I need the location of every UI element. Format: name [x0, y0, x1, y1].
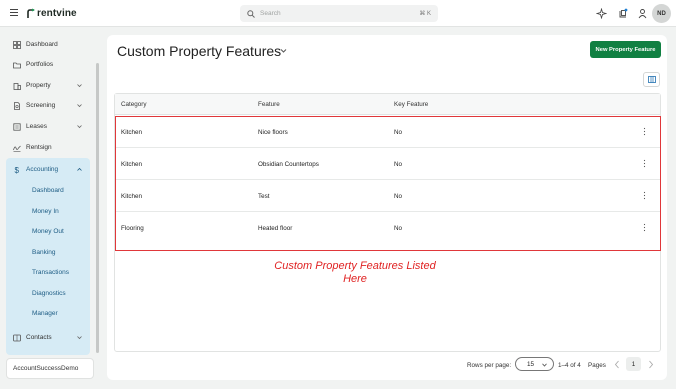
cell-category: Flooring: [121, 225, 144, 232]
cell-feature: Obsidian Countertops: [258, 161, 319, 168]
cell-key-feature: No: [394, 193, 403, 200]
sidebar: Dashboard Portfolios Property Screening …: [0, 28, 100, 389]
cell-key-feature: No: [394, 129, 403, 136]
folder-icon: [13, 62, 21, 68]
cell-key-feature: No: [394, 161, 403, 168]
search-bar[interactable]: ⌘ K: [240, 5, 438, 22]
rows-per-page-value: 15: [527, 360, 535, 368]
sidebar-item-label: Contacts: [26, 334, 52, 341]
cell-feature: Test: [258, 193, 270, 200]
signature-icon: [13, 145, 21, 152]
column-header-key-feature[interactable]: Key Feature: [394, 101, 428, 108]
search-input[interactable]: [260, 10, 410, 17]
sidebar-item-dashboard[interactable]: Dashboard: [6, 35, 90, 54]
more-options-icon[interactable]: [642, 159, 647, 168]
rentvine-logo-icon: [27, 8, 35, 18]
search-icon: [247, 9, 255, 18]
cell-key-feature: No: [394, 225, 403, 232]
sidebar-item-accounting[interactable]: $ Accounting: [6, 160, 90, 179]
new-property-feature-button[interactable]: New Property Feature: [590, 41, 661, 58]
chevron-down-icon: [77, 84, 82, 88]
column-header-category[interactable]: Category: [121, 101, 147, 108]
more-options-icon[interactable]: [642, 223, 647, 232]
account-selector[interactable]: AccountSuccessDemo: [6, 358, 94, 379]
accounting-item-diagnostics[interactable]: Diagnostics: [32, 290, 66, 297]
pagination-bar: Rows per page: 15 1–4 of 4 Pages 1: [107, 355, 667, 377]
column-toggle-button[interactable]: [643, 72, 660, 87]
accounting-item-money-in[interactable]: Money In: [32, 208, 59, 215]
chevron-down-icon: [77, 104, 82, 108]
cell-feature: Heated floor: [258, 225, 293, 232]
chevron-down-icon: [77, 125, 82, 129]
sidebar-scrollbar[interactable]: [96, 63, 99, 353]
table-row[interactable]: Kitchen Obsidian Countertops No: [115, 148, 660, 180]
accounting-item-dashboard[interactable]: Dashboard: [32, 187, 64, 194]
chevron-down-icon: [77, 336, 82, 340]
table-row[interactable]: Flooring Heated floor No: [115, 212, 660, 244]
sidebar-item-label: Accounting: [26, 166, 59, 173]
sidebar-item-label: Screening: [26, 102, 56, 109]
more-options-icon[interactable]: [642, 191, 647, 200]
table-row[interactable]: Kitchen Test No: [115, 180, 660, 212]
main-card: Custom Property Features New Property Fe…: [107, 35, 667, 380]
rows-per-page-select[interactable]: 15: [515, 357, 554, 371]
sidebar-item-label: Rentsign: [26, 144, 52, 151]
accounting-item-manager[interactable]: Manager: [32, 310, 58, 317]
chevron-down-icon[interactable]: [280, 48, 287, 54]
features-table: Category Feature Key Feature Kitchen Nic…: [114, 93, 661, 352]
page-title: Custom Property Features: [117, 43, 282, 59]
chevron-up-icon: [77, 167, 82, 171]
pagination-range: 1–4 of 4: [558, 362, 581, 369]
sidebar-item-property[interactable]: Property: [6, 76, 90, 95]
sidebar-item-label: Dashboard: [26, 41, 58, 48]
pages-label: Pages: [588, 362, 606, 369]
accounting-item-transactions[interactable]: Transactions: [32, 269, 69, 276]
contacts-icon: [13, 334, 21, 341]
dollar-icon: $: [15, 166, 20, 174]
building-icon: [13, 82, 21, 90]
sidebar-item-screening[interactable]: Screening: [6, 96, 90, 115]
cell-category: Kitchen: [121, 129, 143, 136]
sidebar-item-label: Portfolios: [26, 61, 54, 68]
more-options-icon[interactable]: [642, 127, 647, 136]
sidebar-item-contacts[interactable]: Contacts: [6, 328, 90, 347]
grid-icon: [13, 40, 21, 49]
sparkle-icon[interactable]: [596, 8, 607, 19]
column-header-feature[interactable]: Feature: [258, 101, 280, 108]
lease-icon: [13, 122, 21, 131]
search-shortcut: ⌘ K: [419, 11, 431, 17]
brand-name: rentvine: [37, 8, 77, 19]
user-alert-icon[interactable]: [637, 8, 648, 19]
table-header: Category Feature Key Feature: [115, 94, 660, 115]
sidebar-item-label: Property: [26, 82, 51, 89]
chevron-left-icon[interactable]: [614, 360, 620, 369]
rows-per-page-label: Rows per page:: [467, 362, 512, 369]
avatar[interactable]: ND: [652, 4, 671, 23]
sidebar-item-leases[interactable]: Leases: [6, 117, 90, 136]
annotation-text: Custom Property Features Listed Here: [260, 260, 450, 286]
sidebar-item-label: Leases: [26, 123, 47, 130]
chevron-down-icon: [542, 363, 547, 367]
table-row[interactable]: Kitchen Nice floors No: [115, 116, 660, 148]
chevron-right-icon[interactable]: [648, 360, 654, 369]
page-button-current[interactable]: 1: [626, 357, 641, 371]
svg-text:$: $: [15, 166, 20, 174]
document-icon: [14, 101, 20, 110]
accounting-item-banking[interactable]: Banking: [32, 249, 56, 256]
columns-icon: [647, 76, 656, 83]
cell-feature: Nice floors: [258, 129, 288, 136]
brand-logo[interactable]: rentvine: [26, 7, 77, 20]
accounting-item-money-out[interactable]: Money Out: [32, 228, 64, 235]
cell-category: Kitchen: [121, 161, 143, 168]
cell-category: Kitchen: [121, 193, 143, 200]
annotation-line: Custom Property Features Listed: [274, 260, 436, 272]
menu-icon[interactable]: [10, 9, 18, 17]
annotation-line: Here: [343, 273, 367, 285]
notification-icon[interactable]: [617, 8, 628, 19]
sidebar-item-rentsign[interactable]: Rentsign: [6, 138, 90, 157]
top-bar: rentvine ⌘ K ND: [0, 0, 676, 27]
sidebar-item-portfolios[interactable]: Portfolios: [6, 55, 90, 74]
